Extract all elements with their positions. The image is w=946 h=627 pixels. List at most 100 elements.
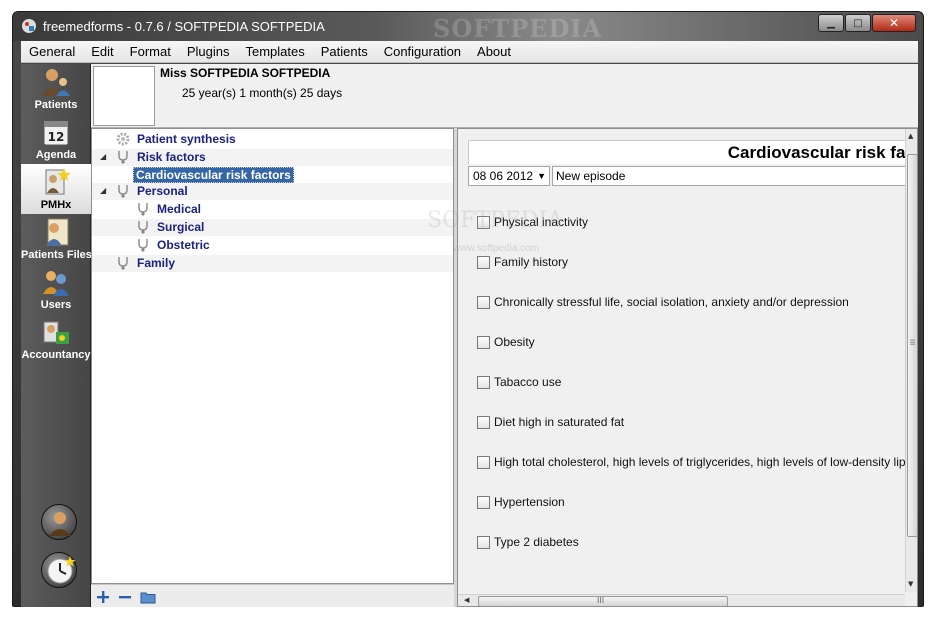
calendar-day: 12 — [48, 130, 65, 144]
vertical-scrollbar[interactable]: ▲ III ▼ — [905, 129, 917, 592]
sidebar-item-label: Patients Files — [21, 249, 92, 261]
menu-general[interactable]: General — [21, 44, 83, 59]
clock-icon — [47, 556, 76, 584]
tree-item-medical[interactable]: Medical — [92, 201, 453, 218]
scroll-up-icon[interactable]: ▲ — [908, 132, 913, 140]
risk-item-label: Chronically stressful life, social isola… — [494, 295, 849, 309]
sidebar-item-users[interactable]: Users — [21, 264, 91, 314]
patient-name: Miss SOFTPEDIA SOFTPEDIA — [160, 66, 331, 80]
maximize-icon: □ — [853, 17, 863, 29]
checkbox[interactable] — [477, 256, 490, 269]
sidebar-item-label: Users — [40, 299, 72, 311]
checkbox[interactable] — [477, 496, 490, 509]
menu-configuration[interactable]: Configuration — [376, 44, 469, 59]
sidebar-item-patients-files[interactable]: Patients Files — [21, 214, 92, 264]
folder-icon[interactable] — [140, 589, 156, 605]
tree-item-obstetric[interactable]: Obstetric — [92, 237, 453, 254]
sidebar-item-label: Agenda — [35, 149, 77, 161]
user-account-button[interactable] — [41, 504, 77, 540]
tree-item-label: Risk factors — [137, 150, 206, 164]
episode-date: 08 06 2012 — [473, 169, 534, 183]
scroll-down-icon[interactable]: ▼ — [908, 580, 913, 588]
scroll-left-icon[interactable]: ◀ — [464, 596, 469, 604]
checkbox[interactable] — [477, 536, 490, 549]
sidebar-item-agenda[interactable]: 12 Agenda — [21, 114, 91, 164]
stethoscope-icon — [118, 257, 128, 270]
title-bar[interactable]: freemedforms - 0.7.6 / SOFTPEDIA SOFTPED… — [13, 12, 923, 43]
scroll-grip: III — [908, 339, 916, 346]
add-icon[interactable] — [95, 589, 111, 605]
close-icon: ✕ — [888, 16, 900, 30]
stethoscope-icon — [138, 239, 148, 252]
menu-plugins[interactable]: Plugins — [179, 44, 238, 59]
expand-arrow-icon[interactable]: ◢ — [100, 186, 106, 195]
sidebar-item-accountancy[interactable]: Accountancy — [21, 314, 91, 364]
patient-age: 25 year(s) 1 month(s) 25 days — [182, 86, 343, 100]
users-icon — [43, 271, 69, 296]
tree-item-risk-factors[interactable]: ◢ Risk factors — [92, 149, 453, 166]
patient-photo[interactable] — [93, 66, 155, 126]
tree-item-label: Surgical — [157, 220, 205, 234]
tree-item-label: Medical — [157, 202, 202, 216]
sidebar-item-pmhx[interactable]: PMHx — [21, 164, 91, 214]
tree-item-patient-synthesis[interactable]: Patient synthesis — [92, 131, 453, 148]
tree-item-label: Personal — [137, 184, 188, 198]
risk-item-label: Obesity — [494, 335, 535, 349]
checkbox[interactable] — [477, 416, 490, 429]
maximize-button[interactable]: □ — [845, 14, 871, 32]
tree-item-family[interactable]: Family — [92, 255, 453, 272]
menu-bar: General Edit Format Plugins Templates Pa… — [21, 41, 918, 63]
remove-icon[interactable] — [117, 589, 133, 605]
form-title-text: Cardiovascular risk factors — [727, 143, 907, 162]
mode-sidebar: Patients 12 Agenda PMHx Patients Files U… — [21, 64, 92, 607]
gear-icon — [116, 132, 130, 146]
checkbox[interactable] — [477, 336, 490, 349]
tree-item-surgical[interactable]: Surgical — [92, 219, 453, 236]
patient-bar: Miss SOFTPEDIA SOFTPEDIA 25 year(s) 1 mo… — [91, 64, 918, 128]
form-panel: Cardiovascular risk factors 08 06 2012 ▼… — [457, 128, 918, 607]
close-button[interactable]: ✕ — [872, 14, 916, 32]
clock-button[interactable] — [41, 552, 77, 588]
tree-item-label: Obstetric — [157, 238, 210, 252]
sidebar-item-label: Accountancy — [21, 349, 91, 361]
checkbox[interactable] — [477, 456, 490, 469]
risk-item-label: High total cholesterol, high levels of t… — [494, 455, 918, 469]
tree-item-label: Family — [137, 256, 176, 270]
episode-label-input[interactable]: New episode — [552, 166, 908, 186]
vertical-scroll-thumb[interactable]: III — [907, 154, 917, 537]
risk-item-label: Hypertension — [494, 495, 565, 509]
horizontal-scrollbar[interactable]: ◀ III — [458, 594, 905, 606]
menu-about[interactable]: About — [469, 44, 519, 59]
softpedia-watermark: SOFTPEDIA — [427, 208, 564, 233]
menu-format[interactable]: Format — [122, 44, 179, 59]
horizontal-scroll-thumb[interactable]: III — [478, 596, 728, 606]
risk-item-label: Family history — [494, 255, 569, 269]
sidebar-item-patients[interactable]: Patients — [21, 64, 91, 114]
pmhx-tree: Patient synthesis ◢ Risk factors Cardiov… — [91, 128, 454, 584]
window-title: freemedforms - 0.7.6 / SOFTPEDIA SOFTPED… — [43, 19, 325, 34]
minimize-button[interactable]: ▁ — [818, 14, 844, 32]
app-window: freemedforms - 0.7.6 / SOFTPEDIA SOFTPED… — [12, 11, 924, 607]
expand-arrow-icon[interactable]: ◢ — [100, 152, 106, 161]
stethoscope-icon — [138, 203, 148, 216]
accountancy-icon — [43, 321, 69, 344]
stethoscope-icon — [118, 151, 128, 164]
checkbox[interactable] — [477, 376, 490, 389]
checkbox[interactable] — [477, 296, 490, 309]
tree-item-cardiovascular-risk-factors[interactable]: Cardiovascular risk factors — [92, 166, 453, 183]
sidebar-item-label: PMHx — [40, 199, 72, 211]
form-title: Cardiovascular risk factors — [468, 140, 908, 164]
tree-item-personal[interactable]: ◢ Personal — [92, 183, 453, 200]
dropdown-arrow-icon: ▼ — [537, 171, 546, 181]
risk-item-label: Tabacco use — [494, 375, 562, 389]
menu-patients[interactable]: Patients — [313, 44, 376, 59]
title-watermark: SOFTPEDIA — [433, 14, 603, 43]
menu-edit[interactable]: Edit — [83, 44, 121, 59]
stethoscope-icon — [118, 185, 128, 198]
tree-item-label: Cardiovascular risk factors — [133, 167, 294, 183]
menu-templates[interactable]: Templates — [237, 44, 312, 59]
softpedia-url-watermark: www.softpedia.com — [453, 243, 540, 254]
episode-date-select[interactable]: 08 06 2012 ▼ — [468, 166, 550, 186]
stethoscope-icon — [138, 221, 148, 234]
tree-item-label: Patient synthesis — [137, 132, 236, 146]
